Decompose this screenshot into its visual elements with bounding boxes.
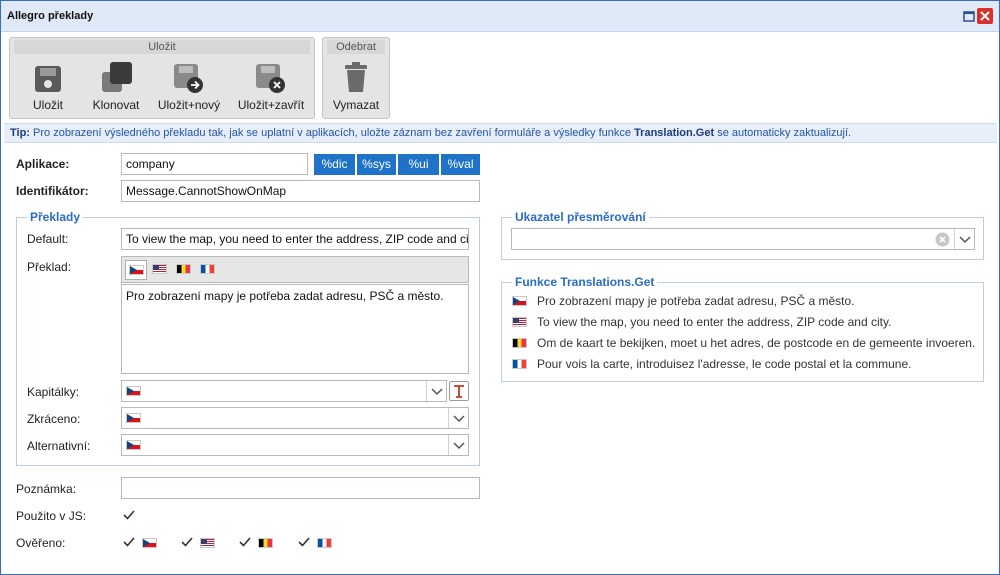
delete-button[interactable]: Vymazat (327, 56, 385, 116)
text-case-button[interactable] (449, 381, 469, 401)
us-flag-icon (200, 538, 215, 548)
translations-get-legend: Funkce Translations.Get (512, 275, 658, 289)
default-label: Default: (27, 232, 69, 246)
macro-val-button[interactable]: %val (441, 154, 480, 175)
translation-label: Překlad: (27, 260, 72, 274)
title-bar: Allegro překlady (1, 1, 999, 32)
note-input[interactable] (121, 477, 480, 499)
clone-button[interactable]: Klonovat (84, 56, 148, 116)
save-button-label: Uložit (32, 98, 63, 112)
verified-checkbox-cz[interactable] (122, 535, 136, 549)
language-tab-be[interactable] (173, 260, 195, 280)
translation-textarea[interactable]: Pro zobrazení mapy je potřeba zadat adre… (121, 284, 469, 374)
function-result-cz: Pro zobrazení mapy je potřeba zadat adre… (512, 294, 972, 310)
save-close-button-label: Uložit+zavřít (237, 98, 305, 112)
french-flag-icon (317, 538, 332, 548)
french-flag-icon (512, 359, 527, 369)
belgian-flag-icon (512, 338, 527, 348)
macro-sys-button[interactable]: %sys (357, 154, 396, 175)
tip-bar: Tip: Pro zobrazení výsledného překladu t… (4, 123, 997, 143)
macro-ui-button[interactable]: %ui (398, 154, 439, 175)
redirect-legend: Ukazatel přesměrování (512, 210, 649, 224)
alternative-label: Alternativní: (27, 439, 91, 453)
trash-icon (345, 62, 367, 92)
used-in-js-checkbox[interactable] (122, 508, 136, 522)
close-icon[interactable] (977, 8, 993, 24)
chevron-down-icon[interactable] (954, 229, 974, 249)
capitals-combo[interactable] (121, 380, 447, 402)
tip-text: Pro zobrazení výsledného překladu tak, j… (29, 127, 635, 139)
language-tab-us[interactable] (149, 260, 171, 280)
tip-suffix: se automaticky zaktualizují. (714, 127, 852, 139)
us-flag-icon (152, 264, 167, 274)
save-close-icon (256, 64, 285, 93)
save-close-button[interactable]: Uložit+zavřít (232, 56, 310, 116)
maximize-icon[interactable] (961, 8, 977, 24)
identifier-label: Identifikátor: (16, 184, 89, 198)
clone-button-label: Klonovat (92, 98, 140, 112)
language-tab-fr[interactable] (197, 260, 219, 280)
save-button[interactable]: Uložit (18, 56, 78, 116)
czech-flag-icon (512, 296, 527, 306)
verified-checkbox-us[interactable] (180, 535, 194, 549)
alternative-combo[interactable] (121, 434, 469, 456)
function-result-text: Om de kaart te bekijken, moet u het adre… (537, 336, 976, 350)
redirect-combo[interactable] (511, 228, 975, 250)
save-group-label: Uložit (14, 40, 310, 54)
chevron-down-icon[interactable] (448, 408, 468, 428)
macro-dic-button[interactable]: %dic (314, 154, 355, 175)
translation-window: Allegro překlady Uložit Uložit Klonovat … (0, 0, 1000, 575)
translations-get-group: Funkce Translations.Get Pro zobrazení ma… (501, 275, 984, 382)
short-label: Zkráceno: (27, 412, 81, 426)
function-result-us: To view the map, you need to enter the a… (512, 315, 972, 331)
function-result-text: Pro zobrazení mapy je potřeba zadat adre… (537, 294, 855, 308)
application-input[interactable]: company (121, 153, 308, 175)
save-new-button[interactable]: Uložit+nový (154, 56, 224, 116)
application-label: Aplikace: (16, 157, 70, 171)
us-flag-icon (512, 317, 527, 327)
save-group: Uložit Uložit Klonovat Uložit+nový Uloži… (9, 37, 315, 119)
verified-checkbox-fr[interactable] (297, 535, 311, 549)
language-flag-strip (121, 256, 469, 283)
remove-group-label: Odebrat (327, 40, 385, 54)
chevron-down-icon[interactable] (448, 435, 468, 455)
czech-flag-icon (129, 265, 144, 275)
text-format-icon (454, 385, 464, 398)
function-result-be: Om de kaart te bekijken, moet u het adre… (512, 336, 976, 352)
identifier-input[interactable]: Message.CannotShowOnMap (121, 180, 480, 202)
function-result-text: Pour vois la carte, introduisez l'adress… (537, 357, 912, 371)
window-title: Allegro překlady (7, 10, 94, 22)
czech-flag-icon (126, 413, 141, 423)
belgian-flag-icon (258, 538, 273, 548)
tip-function-name: Translation.Get (634, 127, 715, 139)
translations-legend: Překlady (27, 210, 84, 224)
verified-label: Ověřeno: (16, 536, 66, 550)
remove-group: Odebrat Vymazat (322, 37, 390, 119)
short-combo[interactable] (121, 407, 469, 429)
save-new-icon (174, 64, 203, 93)
function-result-fr: Pour vois la carte, introduisez l'adress… (512, 357, 972, 373)
used-in-js-label: Použito v JS: (16, 509, 87, 523)
czech-flag-icon (142, 538, 157, 548)
save-new-button-label: Uložit+nový (157, 98, 221, 112)
chevron-down-icon[interactable] (426, 381, 446, 401)
function-result-text: To view the map, you need to enter the a… (537, 315, 892, 329)
note-label: Poznámka: (16, 482, 77, 496)
default-input[interactable]: To view the map, you need to enter the a… (121, 228, 469, 250)
delete-button-label: Vymazat (332, 98, 380, 112)
language-tab-cz[interactable] (125, 260, 147, 280)
verified-checkbox-be[interactable] (238, 535, 252, 549)
clone-icon (102, 62, 132, 92)
czech-flag-icon (126, 440, 141, 450)
french-flag-icon (200, 264, 215, 274)
tip-prefix: Tip: (10, 127, 30, 139)
floppy-disk-icon (35, 66, 61, 92)
czech-flag-icon (126, 386, 141, 396)
belgian-flag-icon (176, 264, 191, 274)
capitals-label: Kapitálky: (27, 385, 80, 399)
clear-icon[interactable] (935, 232, 950, 247)
